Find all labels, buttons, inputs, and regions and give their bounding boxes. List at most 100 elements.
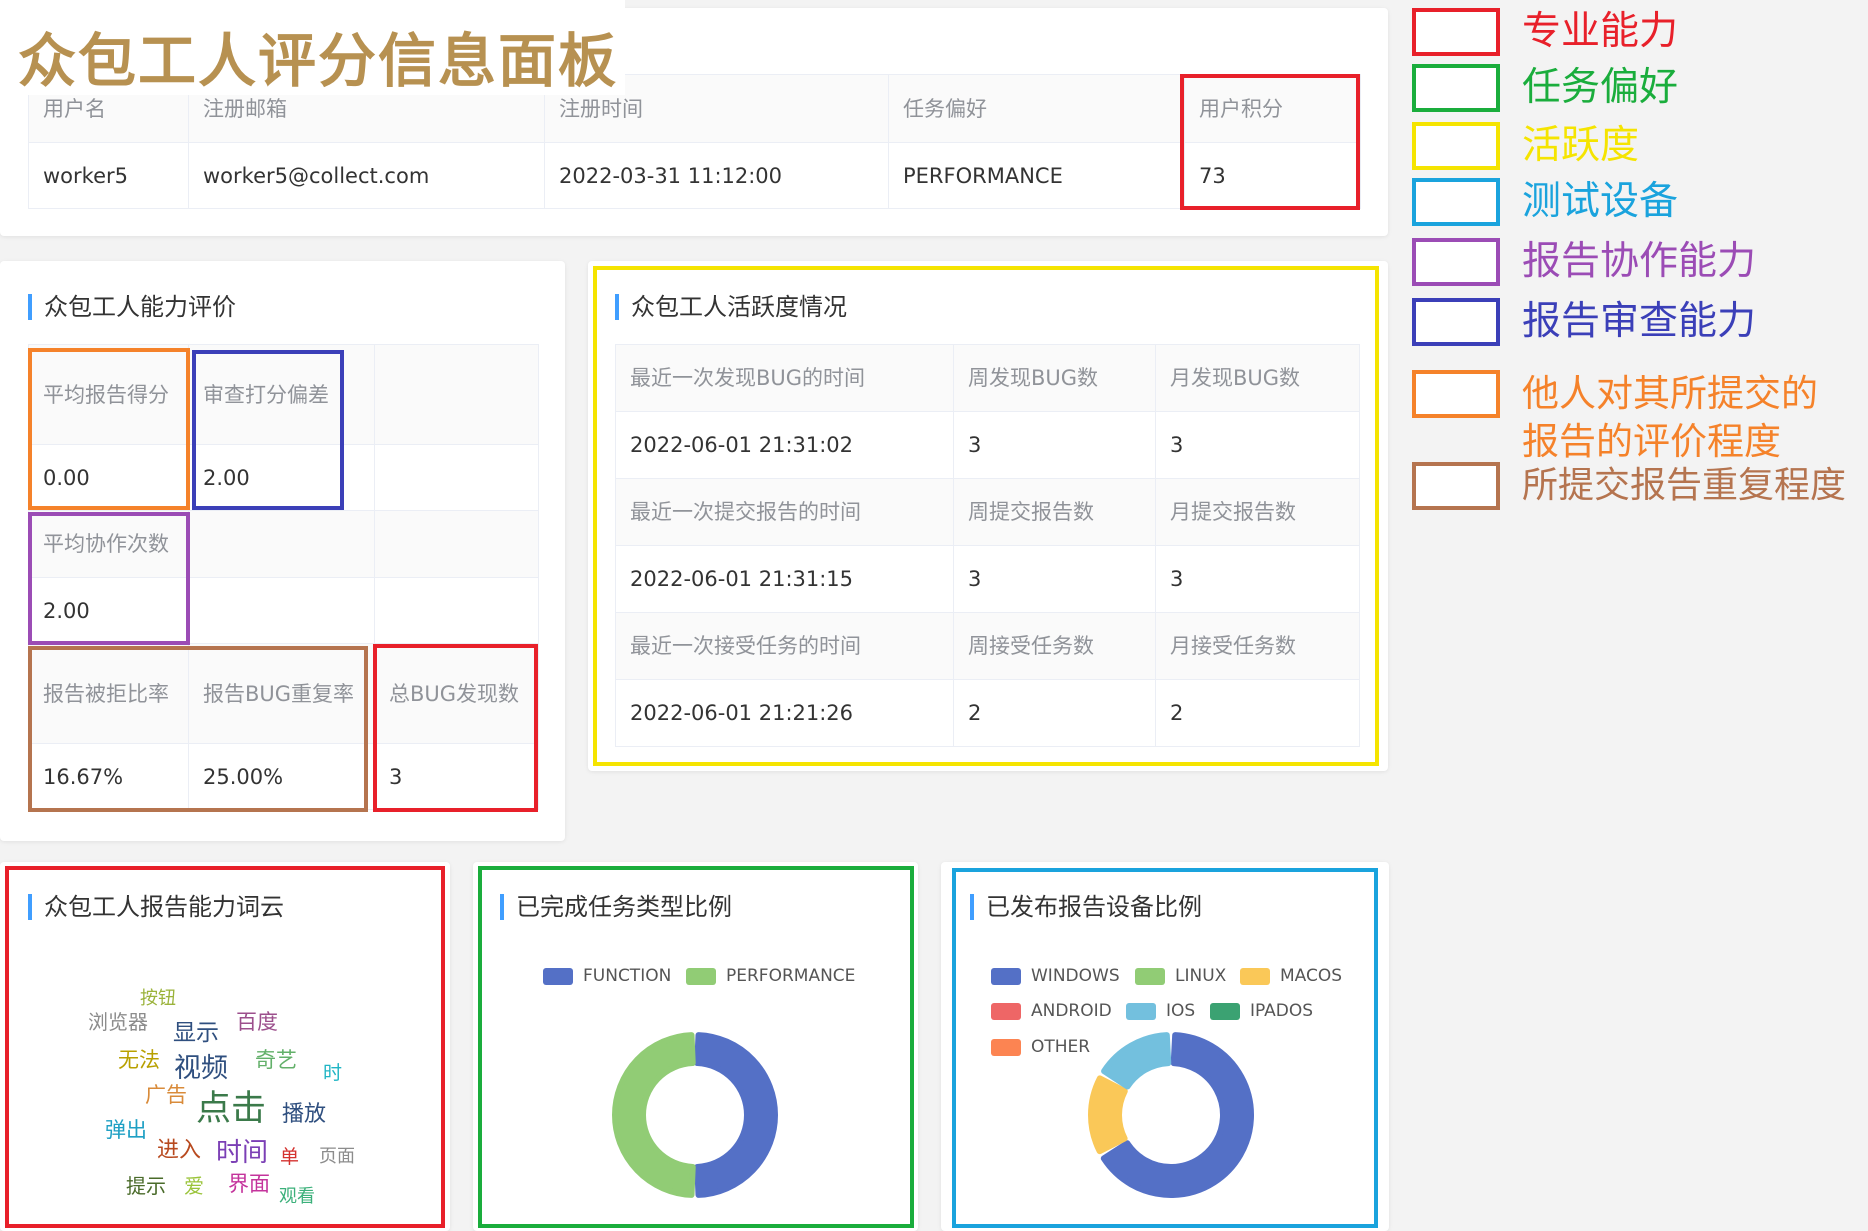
color-key-item: 报告审查能力 [1412,298,1756,346]
legend-label: LINUX [1175,966,1227,986]
week-bug-value: 3 [953,411,1156,479]
last-task-time-label: 最近一次接受任务的时间 [615,612,954,680]
legend-swatch [991,1038,1021,1056]
week-bug-label: 周发现BUG数 [953,344,1156,412]
cell-username: worker5 [28,142,189,209]
avg-report-score-value: 0.00 [28,444,189,511]
wordcloud-word: 浏览器 [88,1010,148,1034]
legend-label: WINDOWS [1031,966,1120,986]
cell-email: worker5@collect.com [188,142,545,209]
avg-collab-label: 平均协作次数 [28,510,189,578]
legend-item[interactable]: FUNCTION [543,966,671,986]
cell-user-points: 73 [1184,142,1361,209]
color-key-item: 任务偏好 [1412,64,1678,112]
legend-item[interactable]: ANDROID [991,1001,1112,1021]
week-report-value: 3 [953,545,1156,613]
review-bias-value: 2.00 [188,444,375,511]
wordcloud-word: 爱 [184,1174,204,1198]
total-bug-label: 总BUG发现数 [374,643,539,744]
color-key-label: 任务偏好 [1522,65,1679,110]
color-key-label: 他人对其所提交的报告的评价程度 [1522,372,1818,463]
color-key-item: 他人对其所提交的报告的评价程度 [1412,370,1822,466]
week-report-label: 周提交报告数 [953,478,1156,546]
dashboard-title-text: 众包工人评分信息面板 [18,27,619,95]
color-key-label: 测试设备 [1522,179,1679,224]
avg-collab-value: 2.00 [28,577,189,644]
color-key-swatch [1412,298,1500,346]
wordcloud-word: 视频 [174,1053,228,1084]
color-key-swatch [1412,178,1500,226]
week-task-value: 2 [953,679,1156,747]
wordcloud-word: 提示 [126,1174,166,1198]
header-user-points: 用户积分 [1184,74,1361,143]
wordcloud-word: 显示 [173,1020,219,1046]
color-key-item: 报告协作能力 [1412,238,1756,286]
wordcloud-title: 众包工人报告能力词云 [28,892,284,922]
legend-swatch [991,1002,1021,1020]
avg-report-score-label: 平均报告得分 [28,344,189,445]
legend-item[interactable]: IPADOS [1210,1001,1313,1021]
donut-slice-macos[interactable] [1088,1075,1128,1155]
month-bug-label: 月发现BUG数 [1155,344,1360,412]
legend-item[interactable]: PERFORMANCE [686,966,855,986]
legend-item[interactable]: LINUX [1135,966,1226,986]
wordcloud-word: 广告 [145,1083,187,1107]
activity-title: 众包工人活跃度情况 [615,292,847,322]
last-report-time-label: 最近一次提交报告的时间 [615,478,954,546]
legend-item[interactable]: IOS [1126,1001,1195,1021]
donut-slice-performance[interactable] [612,1032,696,1198]
month-bug-value: 3 [1155,411,1360,479]
wordcloud-word: 弹出 [105,1118,147,1142]
legend-label: MACOS [1280,966,1343,986]
reject-rate-value: 16.67% [28,743,189,810]
wordcloud-word: 进入 [157,1138,202,1163]
color-key-swatch [1412,8,1500,56]
color-key-swatch [1412,122,1500,170]
legend-item[interactable]: WINDOWS [991,966,1120,986]
review-bias-label: 审查打分偏差 [188,344,375,445]
color-key-item: 专业能力 [1412,8,1678,56]
last-bug-time-label: 最近一次发现BUG的时间 [615,344,954,412]
legend-label: ANDROID [1031,1001,1112,1021]
cell-task-preference: PERFORMANCE [888,142,1185,209]
total-bug-value: 3 [374,743,539,810]
wordcloud-word: 时间 [216,1138,269,1168]
color-key-label: 报告协作能力 [1522,239,1757,284]
task-type-donut [612,1032,778,1198]
wordcloud-word: 无法 [118,1048,160,1072]
legend-label: PERFORMANCE [726,966,856,986]
wordcloud-word: 点击 [196,1089,267,1129]
legend-swatch [1135,967,1165,985]
color-key-swatch [1412,64,1500,112]
reject-rate-label: 报告被拒比率 [28,643,189,744]
color-key-item: 所提交报告重复程度 [1412,462,1846,510]
wordcloud-word: 时 [323,1062,343,1084]
wordcloud-word: 播放 [282,1102,327,1127]
legend-label: FUNCTION [583,966,672,986]
week-task-label: 周接受任务数 [953,612,1156,680]
color-key-label: 活跃度 [1522,123,1640,168]
wordcloud-word: 观看 [279,1186,315,1207]
color-key-swatch [1412,238,1500,286]
legend-swatch [686,967,716,985]
color-key-swatch [1412,370,1500,418]
wordcloud-word: 页面 [319,1146,355,1167]
wordcloud-word: 界面 [228,1172,270,1196]
bug-dup-label: 报告BUG重复率 [188,643,375,744]
last-bug-time-value: 2022-06-01 21:31:02 [615,411,954,479]
legend-swatch [991,967,1021,985]
last-task-time-value: 2022-06-01 21:21:26 [615,679,954,747]
device-title: 已发布报告设备比例 [970,892,1202,922]
donut-slice-ios[interactable] [1101,1032,1172,1090]
color-key-item: 活跃度 [1412,122,1639,170]
month-report-value: 3 [1155,545,1360,613]
header-task-preference: 任务偏好 [888,74,1185,143]
legend-swatch [1240,967,1270,985]
donut-slice-function[interactable] [694,1032,778,1198]
legend-item[interactable]: MACOS [1240,966,1342,986]
legend-label: IPADOS [1250,1001,1314,1021]
activity-table: 最近一次发现BUG的时间 周发现BUG数 月发现BUG数 2022-06-01 … [615,344,1360,747]
wordcloud-word: 单 [280,1146,300,1168]
color-key-swatch [1412,462,1500,510]
ability-table: 平均报告得分 审查打分偏差 0.00 2.00 平均协作次数 2.00 报告被拒… [28,344,539,810]
